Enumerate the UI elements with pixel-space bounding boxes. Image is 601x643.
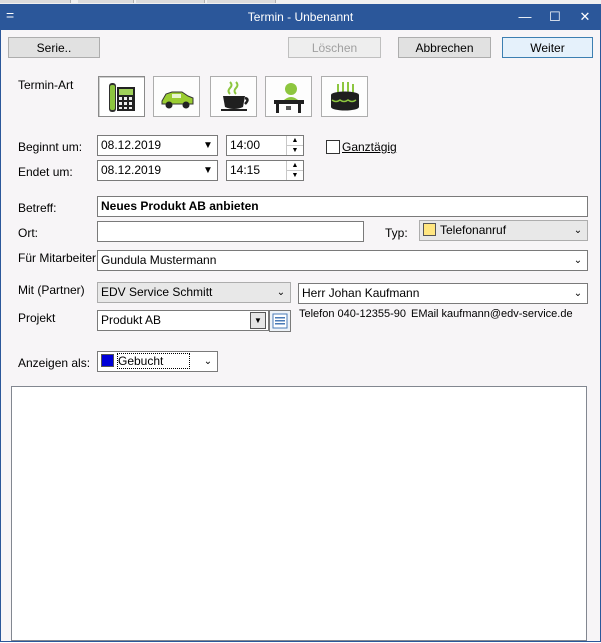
- ort-label: Ort:: [18, 226, 38, 240]
- beginnt-date-value: 08.12.2019: [101, 138, 162, 152]
- chevron-down-icon[interactable]: ⌄: [571, 221, 585, 240]
- beginnt-label: Beginnt um:: [18, 140, 83, 154]
- partner-email: EMail kaufmann@edv-service.de: [411, 308, 573, 320]
- abbrechen-button[interactable]: Abbrechen: [398, 37, 491, 58]
- termin-art-geburtstag-button[interactable]: [321, 76, 368, 117]
- termin-art-label: Termin-Art: [18, 78, 74, 92]
- termin-art-besprechung-button[interactable]: [265, 76, 312, 117]
- spin-down-icon[interactable]: ▼: [287, 146, 303, 155]
- partner-contact-value: Herr Johan Kaufmann: [302, 286, 420, 300]
- beginnt-date-picker[interactable]: 08.12.2019 ▼: [97, 135, 218, 156]
- close-button[interactable]: ✕: [570, 4, 600, 30]
- typ-value: Telefonanruf: [440, 223, 507, 237]
- anzeigen-label: Anzeigen als:: [18, 356, 91, 370]
- partner-company-value: EDV Service Schmitt: [101, 285, 213, 299]
- spin-up-icon[interactable]: ▲: [287, 161, 303, 171]
- notes-textarea[interactable]: [11, 386, 587, 641]
- background-tab: [136, 0, 205, 3]
- chevron-down-icon[interactable]: ▼: [250, 312, 266, 329]
- mitarbeiter-value: Gundula Mustermann: [101, 253, 217, 267]
- background-tab: [207, 0, 276, 3]
- chevron-down-icon[interactable]: ⌄: [571, 284, 585, 303]
- birthday-cake-icon: [331, 82, 359, 111]
- ganztaegig-checkbox[interactable]: [326, 140, 340, 154]
- mitarbeiter-select[interactable]: Gundula Mustermann ⌄: [97, 250, 588, 271]
- background-tab: [78, 0, 134, 3]
- chevron-down-icon[interactable]: ▼: [201, 161, 215, 180]
- chevron-down-icon[interactable]: ⌄: [201, 352, 215, 371]
- dialog-client-area: Serie.. Löschen Abbrechen Weiter Termin-…: [0, 30, 601, 642]
- typ-color-swatch: [423, 223, 436, 236]
- spin-up-icon[interactable]: ▲: [287, 136, 303, 146]
- ort-input[interactable]: [97, 221, 364, 242]
- partner-label: Mit (Partner): [18, 283, 85, 297]
- anzeigen-value: Gebucht: [116, 353, 191, 369]
- car-icon: [161, 91, 194, 109]
- endet-date-picker[interactable]: 08.12.2019 ▼: [97, 160, 218, 181]
- endet-time-input[interactable]: 14:15 ▲ ▼: [226, 160, 304, 181]
- beginnt-time-input[interactable]: 14:00 ▲ ▼: [226, 135, 304, 156]
- anzeigen-select[interactable]: Gebucht ⌄: [97, 351, 218, 372]
- endet-label: Endet um:: [18, 165, 73, 179]
- partner-telefon: Telefon 040-12355-90: [299, 308, 407, 320]
- loeschen-button[interactable]: Löschen: [288, 37, 381, 58]
- background-tab: [0, 0, 71, 3]
- beginnt-time-spinner[interactable]: ▲ ▼: [286, 136, 303, 155]
- termin-art-pause-button[interactable]: [210, 76, 257, 117]
- projekt-details-button[interactable]: [269, 310, 291, 332]
- form-list-icon: [272, 313, 288, 329]
- chevron-down-icon[interactable]: ▼: [201, 136, 215, 155]
- serie-button[interactable]: Serie..: [8, 37, 100, 58]
- coffee-cup-icon: [221, 81, 249, 111]
- title-bar: = Termin - Unbenannt — ☐ ✕: [0, 4, 601, 30]
- person-at-desk-icon: [274, 83, 304, 113]
- termin-art-telefon-button[interactable]: [98, 76, 145, 117]
- partner-company-select[interactable]: EDV Service Schmitt ⌄: [97, 282, 291, 303]
- chevron-down-icon[interactable]: ⌄: [571, 251, 585, 270]
- betreff-label: Betreff:: [18, 201, 57, 215]
- typ-select[interactable]: Telefonanruf ⌄: [419, 220, 588, 241]
- spin-down-icon[interactable]: ▼: [287, 171, 303, 180]
- beginnt-time-value: 14:00: [230, 138, 261, 152]
- mitarbeiter-label: Für Mitarbeiter: [18, 251, 97, 265]
- ganztaegig-label[interactable]: Ganztägig: [342, 140, 397, 154]
- typ-label: Typ:: [385, 226, 408, 240]
- endet-time-spinner[interactable]: ▲ ▼: [286, 161, 303, 180]
- projekt-label: Projekt: [18, 311, 56, 325]
- anzeigen-color-swatch: [101, 354, 114, 367]
- weiter-button[interactable]: Weiter: [502, 37, 593, 58]
- minimize-button[interactable]: —: [510, 4, 540, 30]
- betreff-input[interactable]: Neues Produkt AB anbieten: [97, 196, 588, 217]
- chevron-down-icon[interactable]: ⌄: [274, 283, 288, 302]
- projekt-value: Produkt AB: [101, 313, 162, 327]
- endet-time-value: 14:15: [230, 163, 261, 177]
- telephone-icon: [109, 83, 135, 112]
- projekt-select[interactable]: Produkt AB ▼: [97, 310, 269, 331]
- endet-date-value: 08.12.2019: [101, 163, 162, 177]
- termin-art-fahrt-button[interactable]: [153, 76, 200, 117]
- maximize-button[interactable]: ☐: [540, 4, 570, 30]
- partner-contact-select[interactable]: Herr Johan Kaufmann ⌄: [298, 283, 588, 304]
